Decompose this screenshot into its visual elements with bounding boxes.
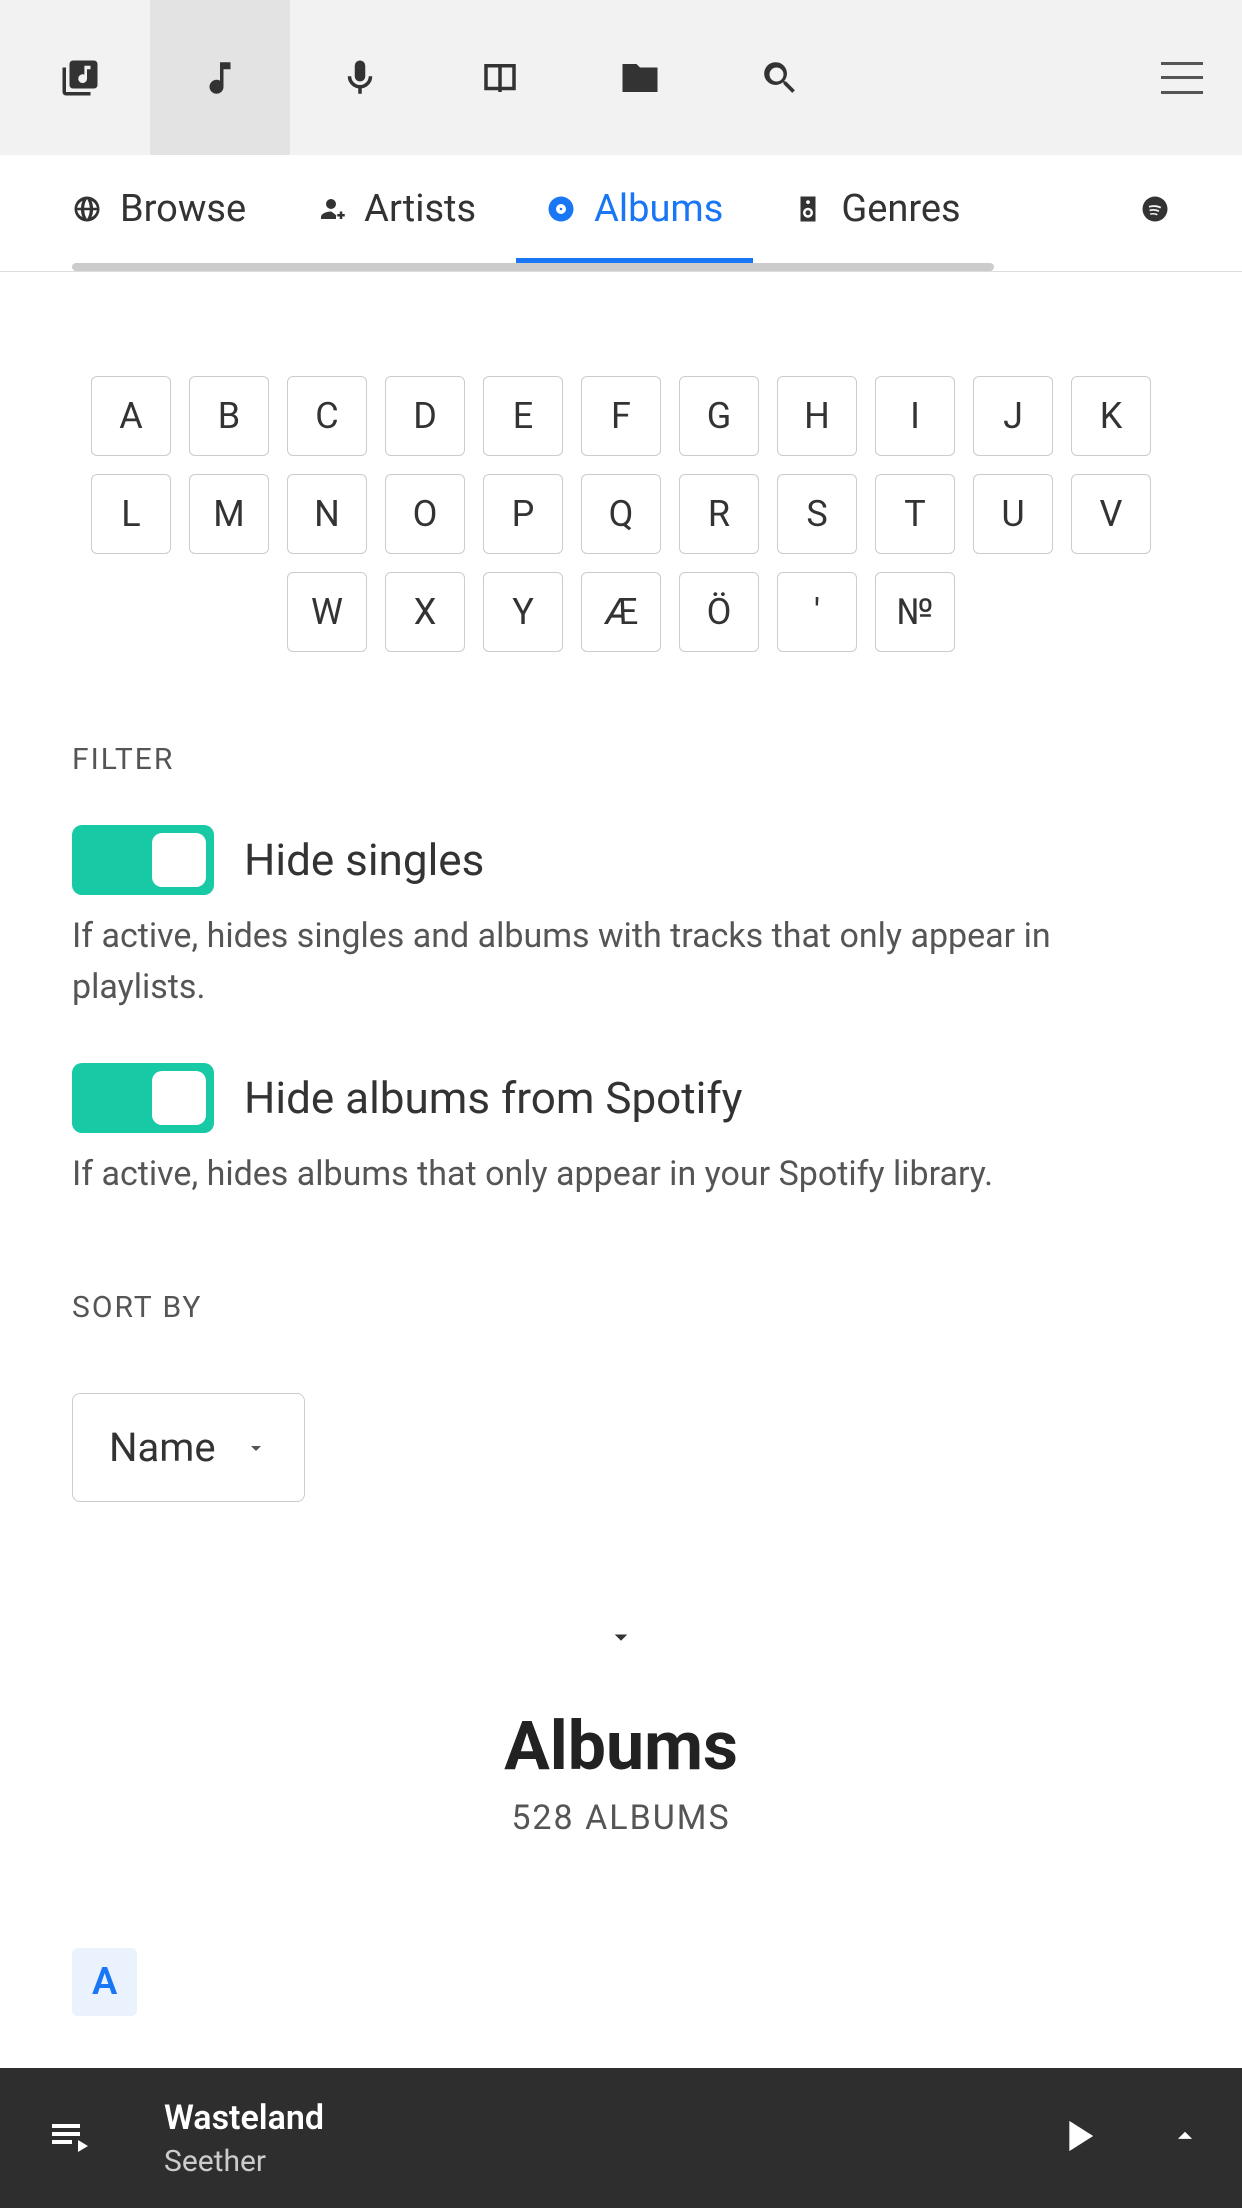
toolbar-tab-search[interactable] (710, 0, 850, 155)
alpha-btn-H[interactable]: H (777, 376, 857, 456)
artist-icon (316, 194, 346, 224)
search-icon (759, 57, 801, 99)
alpha-btn-B[interactable]: B (189, 376, 269, 456)
subnav-artists[interactable]: Artists (316, 165, 476, 253)
alpha-btn-P[interactable]: P (483, 474, 563, 554)
alpha-btn-M[interactable]: M (189, 474, 269, 554)
alpha-btn-G[interactable]: G (679, 376, 759, 456)
alpha-btn-T[interactable]: T (875, 474, 955, 554)
alpha-btn-K[interactable]: K (1071, 376, 1151, 456)
music-note-icon (199, 57, 241, 99)
sort-heading: SORT BY (72, 1290, 1170, 1325)
album-count: 528 ALBUMS (72, 1798, 1170, 1838)
main-content: ABCDEFGHIJKLMNOPQRSTUVWXYÆÖ'№ FILTER Hid… (0, 272, 1242, 2016)
collapse-toggle[interactable] (72, 1622, 1170, 1656)
subnav-spotify[interactable] (1140, 172, 1170, 246)
subnav-genres[interactable]: Genres (793, 165, 960, 253)
scroll-indicator (72, 263, 994, 271)
alpha-btn-Y[interactable]: Y (483, 572, 563, 652)
alpha-btn-№[interactable]: № (875, 572, 955, 652)
alpha-btn-O[interactable]: O (385, 474, 465, 554)
filter-hide-singles-row: Hide singles (72, 825, 1170, 895)
toolbar-menu[interactable] (1132, 0, 1232, 155)
alphabet-grid: ABCDEFGHIJK LMNOPQRSTUV WXYÆÖ'№ (72, 376, 1170, 652)
alpha-btn-R[interactable]: R (679, 474, 759, 554)
hide-singles-label: Hide singles (244, 834, 484, 886)
alpha-btn-X[interactable]: X (385, 572, 465, 652)
subnav: Browse Artists Albums Genres (0, 155, 1242, 272)
alpha-btn-L[interactable]: L (91, 474, 171, 554)
alpha-btn-N[interactable]: N (287, 474, 367, 554)
chevron-down-icon (606, 1622, 636, 1652)
hamburger-icon (1161, 62, 1203, 94)
alpha-btn-U[interactable]: U (973, 474, 1053, 554)
subnav-artists-label: Artists (364, 187, 476, 231)
toolbar-tab-folder[interactable] (570, 0, 710, 155)
mic-icon (339, 57, 381, 99)
alpha-btn-Æ[interactable]: Æ (581, 572, 661, 652)
book-open-icon (479, 57, 521, 99)
track-title: Wasteland (164, 2098, 988, 2138)
subnav-browse-label: Browse (120, 187, 246, 231)
subnav-browse[interactable]: Browse (72, 165, 246, 253)
alpha-btn-J[interactable]: J (973, 376, 1053, 456)
filter-heading: FILTER (72, 742, 1170, 777)
globe-icon (72, 194, 102, 224)
spotify-icon (1140, 194, 1170, 224)
alpha-btn-D[interactable]: D (385, 376, 465, 456)
toolbar-tab-library[interactable] (10, 0, 150, 155)
toolbar-tab-music[interactable] (150, 0, 290, 155)
hide-spotify-desc: If active, hides albums that only appear… (72, 1149, 1170, 1200)
filter-hide-spotify-row: Hide albums from Spotify (72, 1063, 1170, 1133)
alpha-btn-'[interactable]: ' (777, 572, 857, 652)
section-letter-badge: A (72, 1948, 137, 2016)
play-button[interactable] (1052, 2110, 1104, 2166)
sort-select[interactable]: Name (72, 1393, 305, 1502)
toolbar-tab-mic[interactable] (290, 0, 430, 155)
subnav-albums[interactable]: Albums (546, 165, 723, 253)
chevron-up-icon (1168, 2119, 1202, 2153)
play-icon (1052, 2110, 1104, 2162)
alpha-btn-S[interactable]: S (777, 474, 857, 554)
hide-spotify-toggle[interactable] (72, 1063, 214, 1133)
top-toolbar (0, 0, 1242, 155)
chevron-down-icon (244, 1436, 268, 1460)
queue-icon (40, 2112, 100, 2160)
library-music-icon (59, 57, 101, 99)
hide-singles-toggle[interactable] (72, 825, 214, 895)
page-title-block: Albums 528 ALBUMS (72, 1706, 1170, 1838)
album-icon (546, 194, 576, 224)
alpha-btn-V[interactable]: V (1071, 474, 1151, 554)
alpha-btn-I[interactable]: I (875, 376, 955, 456)
subnav-genres-label: Genres (841, 187, 960, 231)
queue-button[interactable] (40, 2112, 100, 2164)
alpha-btn-F[interactable]: F (581, 376, 661, 456)
track-artist: Seether (164, 2144, 988, 2179)
alpha-btn-W[interactable]: W (287, 572, 367, 652)
toolbar-tab-book[interactable] (430, 0, 570, 155)
hide-singles-desc: If active, hides singles and albums with… (72, 911, 1170, 1013)
page-title: Albums (72, 1706, 1170, 1786)
alpha-btn-A[interactable]: A (91, 376, 171, 456)
folder-icon (619, 57, 661, 99)
alpha-btn-Ö[interactable]: Ö (679, 572, 759, 652)
alpha-btn-C[interactable]: C (287, 376, 367, 456)
now-playing-track[interactable]: Wasteland Seether (164, 2098, 988, 2179)
hide-spotify-label: Hide albums from Spotify (244, 1072, 742, 1124)
speaker-icon (793, 194, 823, 224)
alpha-btn-Q[interactable]: Q (581, 474, 661, 554)
now-playing-bar: Wasteland Seether (0, 2068, 1242, 2208)
subnav-albums-label: Albums (594, 187, 723, 231)
expand-button[interactable] (1168, 2119, 1202, 2157)
alpha-btn-E[interactable]: E (483, 376, 563, 456)
sort-selected-value: Name (109, 1424, 216, 1471)
